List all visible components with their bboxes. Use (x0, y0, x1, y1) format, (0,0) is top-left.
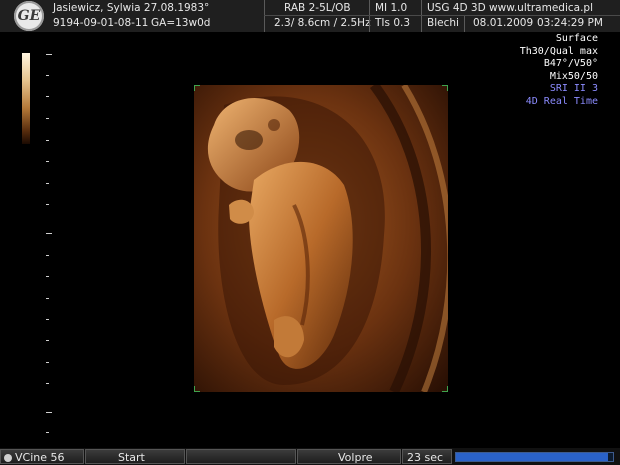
roi-corner-br (442, 386, 448, 392)
header-divider (464, 16, 465, 32)
rendered-volume[interactable] (194, 85, 448, 392)
fetal-surface-render (194, 85, 448, 392)
roi-corner-bl (194, 386, 200, 392)
gestational-age: GA=13w0d (151, 17, 211, 29)
probe-label: RAB 2-5L/OB (284, 2, 351, 14)
header-divider (369, 0, 370, 32)
imaging-parameters: Surface Th30/Qual max B47°/V50° Mix50/50… (520, 33, 598, 108)
header-bar: GE Jasiewicz, Sylwia 27.08.1983° 9194-09… (0, 0, 620, 32)
blank-softkey[interactable] (186, 449, 296, 464)
patient-name: Jasiewicz, Sylwia 27.08.1983° (53, 2, 210, 14)
depth-frequency: 2.3/ 8.6cm / 2.5Hz (274, 17, 371, 29)
tint-map-bar (22, 53, 30, 144)
vcine-button[interactable]: VCine 56 (0, 449, 84, 464)
thermal-index: TIs 0.3 (375, 17, 411, 29)
start-button[interactable]: Start (85, 449, 185, 464)
ge-logo-icon: GE (14, 1, 44, 31)
mechanical-index: MI 1.0 (375, 2, 408, 14)
volpre-button[interactable]: Volpre (297, 449, 401, 464)
cine-progress-bar[interactable] (455, 452, 614, 462)
cine-progress-fill (456, 453, 609, 461)
roi-corner-tr (442, 85, 448, 91)
operator-label: Blechi (427, 17, 459, 29)
header-divider (264, 0, 265, 32)
header-divider (421, 0, 422, 32)
vcine-label: VCine 56 (15, 451, 65, 464)
threshold-quality: Th30/Qual max (519, 45, 598, 57)
exam-date: 08.01.2009 (473, 17, 534, 29)
exam-id: 9194-09-01-08-11 (53, 17, 149, 29)
render-mode: Surface (555, 33, 598, 44)
roi-corner-tl (194, 85, 200, 91)
site-label: USG 4D 3D www.ultramedica.pl (427, 2, 594, 14)
mix-ratio: Mix50/50 (549, 70, 598, 82)
sri-level: SRI II 3 (549, 83, 598, 94)
duration-display: 23 sec (402, 449, 452, 464)
sweep-angles: B47°/V50° (543, 58, 598, 69)
cine-icon (4, 454, 12, 462)
exam-time: 03:24:29 PM (537, 17, 603, 29)
acquisition-mode: 4D Real Time (525, 95, 598, 107)
header-divider (264, 15, 620, 16)
